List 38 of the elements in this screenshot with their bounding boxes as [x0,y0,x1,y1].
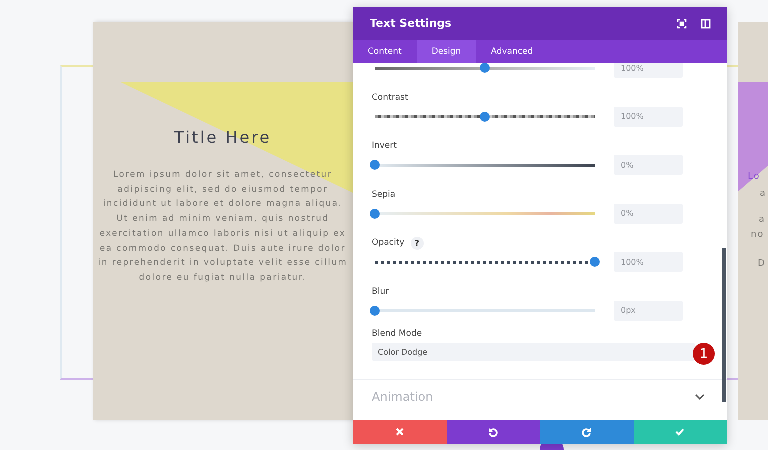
scrollbar[interactable] [722,248,726,402]
field-label: Blur [372,286,390,296]
card-title: Title Here [174,128,272,147]
field-label: Blend Mode [372,329,424,339]
value-field[interactable]: 100% [614,63,683,78]
card-text: D [758,259,766,269]
value-field[interactable]: 100% [614,252,683,272]
tab[interactable]: Advanced [476,40,548,63]
card-text: a [759,215,766,225]
value-field[interactable]: 0% [614,155,683,175]
redo-icon [582,427,592,437]
section-title: Animation [372,390,434,404]
field-label: Invert [372,141,397,151]
value-field[interactable]: 0% [614,204,683,224]
slider-thumb[interactable] [480,63,490,73]
field-label: Contrast [372,92,408,102]
sidebar-icon[interactable] [701,18,711,28]
number-badge: 1 [693,343,715,365]
value-field[interactable]: 0px [614,300,683,320]
check-icon [675,427,686,437]
expand-icon[interactable] [677,18,687,28]
undo-icon [488,427,498,437]
value-field[interactable]: 100% [614,106,683,126]
slider-thumb[interactable] [480,112,490,122]
panel-title: Text Settings [370,17,453,30]
tab[interactable]: Content [353,40,417,63]
field-label: Sepia [372,190,396,200]
slider-thumb[interactable] [590,257,600,267]
slider-thumb[interactable] [370,160,380,170]
card-text: no [751,230,764,240]
field-label: Opacity [372,238,405,248]
slider-thumb[interactable] [370,306,380,316]
help-icon[interactable]: ? [410,236,424,250]
select-field[interactable]: Color Dodge [372,343,695,361]
tab[interactable]: Design [416,40,476,63]
card-text: a [760,189,767,199]
close-icon [394,427,405,437]
slider-thumb[interactable] [370,208,380,218]
